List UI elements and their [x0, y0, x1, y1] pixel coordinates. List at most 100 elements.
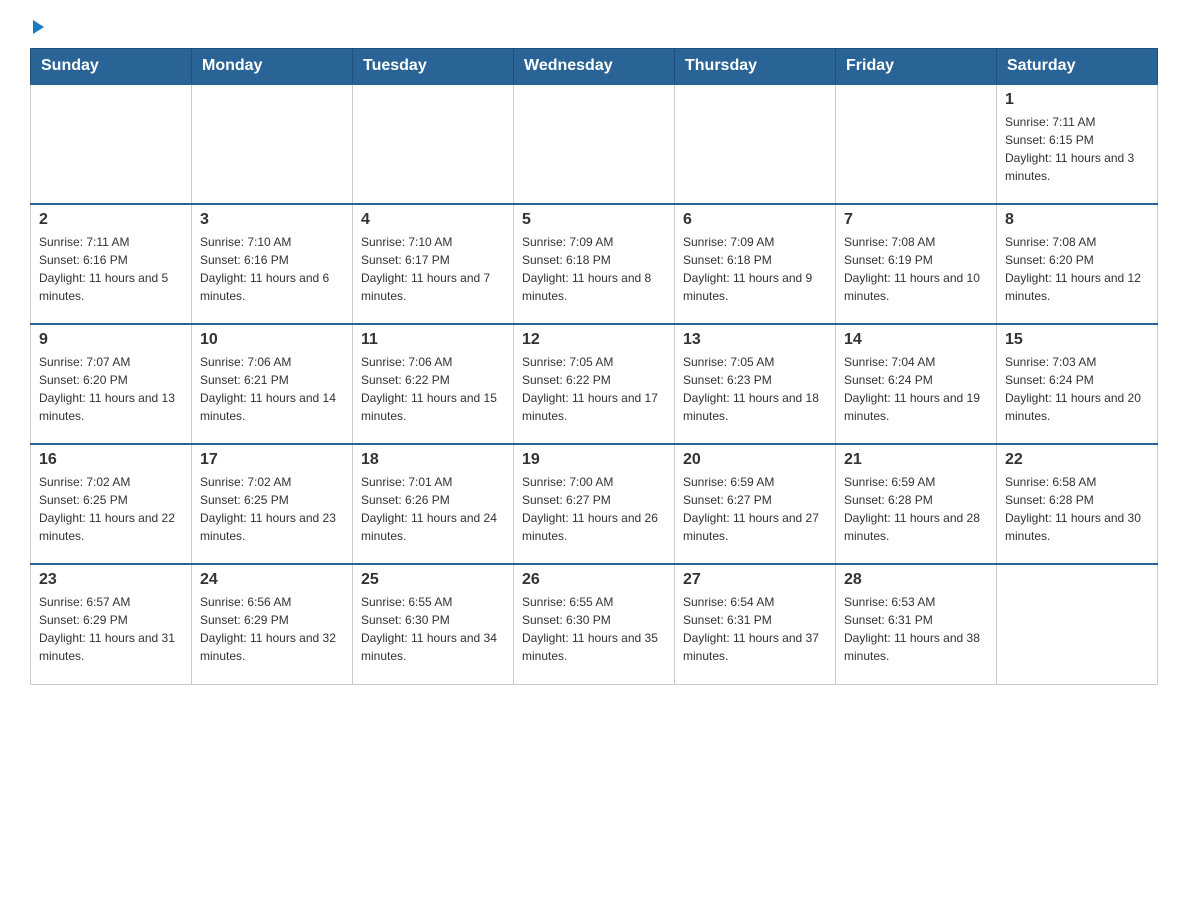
- calendar-cell: 23 Sunrise: 6:57 AMSunset: 6:29 PMDayligh…: [31, 564, 192, 684]
- calendar-cell: 1 Sunrise: 7:11 AMSunset: 6:15 PMDaylight…: [997, 84, 1158, 204]
- day-info: Sunrise: 6:53 AMSunset: 6:31 PMDaylight:…: [844, 593, 988, 665]
- day-number: 19: [522, 451, 666, 469]
- day-info: Sunrise: 7:06 AMSunset: 6:21 PMDaylight:…: [200, 353, 344, 425]
- day-number: 12: [522, 331, 666, 349]
- day-info: Sunrise: 7:09 AMSunset: 6:18 PMDaylight:…: [683, 233, 827, 305]
- day-number: 10: [200, 331, 344, 349]
- calendar-cell: 26 Sunrise: 6:55 AMSunset: 6:30 PMDayligh…: [514, 564, 675, 684]
- day-info: Sunrise: 7:04 AMSunset: 6:24 PMDaylight:…: [844, 353, 988, 425]
- day-number: 22: [1005, 451, 1149, 469]
- calendar-cell: 3 Sunrise: 7:10 AMSunset: 6:16 PMDaylight…: [192, 204, 353, 324]
- day-info: Sunrise: 6:56 AMSunset: 6:29 PMDaylight:…: [200, 593, 344, 665]
- day-info: Sunrise: 7:07 AMSunset: 6:20 PMDaylight:…: [39, 353, 183, 425]
- day-number: 4: [361, 211, 505, 229]
- weekday-header-friday: Friday: [836, 49, 997, 85]
- calendar-cell: [192, 84, 353, 204]
- day-number: 25: [361, 571, 505, 589]
- day-info: Sunrise: 7:06 AMSunset: 6:22 PMDaylight:…: [361, 353, 505, 425]
- day-number: 16: [39, 451, 183, 469]
- day-number: 15: [1005, 331, 1149, 349]
- day-number: 28: [844, 571, 988, 589]
- calendar-cell: 4 Sunrise: 7:10 AMSunset: 6:17 PMDaylight…: [353, 204, 514, 324]
- day-number: 18: [361, 451, 505, 469]
- day-info: Sunrise: 7:10 AMSunset: 6:17 PMDaylight:…: [361, 233, 505, 305]
- day-number: 7: [844, 211, 988, 229]
- calendar-cell: 14 Sunrise: 7:04 AMSunset: 6:24 PMDayligh…: [836, 324, 997, 444]
- day-info: Sunrise: 7:11 AMSunset: 6:16 PMDaylight:…: [39, 233, 183, 305]
- day-info: Sunrise: 7:02 AMSunset: 6:25 PMDaylight:…: [200, 473, 344, 545]
- day-info: Sunrise: 7:09 AMSunset: 6:18 PMDaylight:…: [522, 233, 666, 305]
- calendar-cell: 13Sunrise: 7:05 AMSunset: 6:23 PMDayligh…: [675, 324, 836, 444]
- day-number: 6: [683, 211, 827, 229]
- calendar-cell: 2 Sunrise: 7:11 AMSunset: 6:16 PMDaylight…: [31, 204, 192, 324]
- calendar-cell: [997, 564, 1158, 684]
- calendar-cell: [514, 84, 675, 204]
- day-info: Sunrise: 7:05 AMSunset: 6:22 PMDaylight:…: [522, 353, 666, 425]
- calendar-cell: [31, 84, 192, 204]
- calendar-cell: [675, 84, 836, 204]
- calendar-cell: 5Sunrise: 7:09 AMSunset: 6:18 PMDaylight…: [514, 204, 675, 324]
- day-info: Sunrise: 7:08 AMSunset: 6:20 PMDaylight:…: [1005, 233, 1149, 305]
- week-row-3: 9Sunrise: 7:07 AMSunset: 6:20 PMDaylight…: [31, 324, 1158, 444]
- weekday-header-saturday: Saturday: [997, 49, 1158, 85]
- calendar-cell: 20 Sunrise: 6:59 AMSunset: 6:27 PMDayligh…: [675, 444, 836, 564]
- calendar-cell: 12 Sunrise: 7:05 AMSunset: 6:22 PMDayligh…: [514, 324, 675, 444]
- day-info: Sunrise: 7:08 AMSunset: 6:19 PMDaylight:…: [844, 233, 988, 305]
- calendar-cell: 6 Sunrise: 7:09 AMSunset: 6:18 PMDaylight…: [675, 204, 836, 324]
- day-info: Sunrise: 6:55 AMSunset: 6:30 PMDaylight:…: [522, 593, 666, 665]
- calendar-cell: 25 Sunrise: 6:55 AMSunset: 6:30 PMDayligh…: [353, 564, 514, 684]
- day-number: 8: [1005, 211, 1149, 229]
- page-header: [30, 20, 1158, 32]
- day-number: 11: [361, 331, 505, 349]
- logo-arrow-icon: [33, 20, 44, 34]
- day-info: Sunrise: 7:01 AMSunset: 6:26 PMDaylight:…: [361, 473, 505, 545]
- day-info: Sunrise: 6:57 AMSunset: 6:29 PMDaylight:…: [39, 593, 183, 665]
- day-info: Sunrise: 7:10 AMSunset: 6:16 PMDaylight:…: [200, 233, 344, 305]
- day-number: 21: [844, 451, 988, 469]
- day-number: 1: [1005, 91, 1149, 109]
- calendar-cell: 8 Sunrise: 7:08 AMSunset: 6:20 PMDaylight…: [997, 204, 1158, 324]
- day-info: Sunrise: 7:02 AMSunset: 6:25 PMDaylight:…: [39, 473, 183, 545]
- calendar-cell: 22Sunrise: 6:58 AMSunset: 6:28 PMDayligh…: [997, 444, 1158, 564]
- day-info: Sunrise: 6:54 AMSunset: 6:31 PMDaylight:…: [683, 593, 827, 665]
- week-row-5: 23 Sunrise: 6:57 AMSunset: 6:29 PMDayligh…: [31, 564, 1158, 684]
- day-number: 24: [200, 571, 344, 589]
- day-info: Sunrise: 7:03 AMSunset: 6:24 PMDaylight:…: [1005, 353, 1149, 425]
- logo: [30, 20, 44, 32]
- calendar-cell: 11 Sunrise: 7:06 AMSunset: 6:22 PMDayligh…: [353, 324, 514, 444]
- day-info: Sunrise: 6:59 AMSunset: 6:27 PMDaylight:…: [683, 473, 827, 545]
- calendar-cell: [836, 84, 997, 204]
- week-row-2: 2 Sunrise: 7:11 AMSunset: 6:16 PMDaylight…: [31, 204, 1158, 324]
- day-number: 20: [683, 451, 827, 469]
- calendar-cell: [353, 84, 514, 204]
- day-info: Sunrise: 6:55 AMSunset: 6:30 PMDaylight:…: [361, 593, 505, 665]
- calendar-cell: 27 Sunrise: 6:54 AMSunset: 6:31 PMDayligh…: [675, 564, 836, 684]
- calendar-cell: 10 Sunrise: 7:06 AMSunset: 6:21 PMDayligh…: [192, 324, 353, 444]
- day-info: Sunrise: 6:59 AMSunset: 6:28 PMDaylight:…: [844, 473, 988, 545]
- day-number: 13: [683, 331, 827, 349]
- calendar-cell: 24 Sunrise: 6:56 AMSunset: 6:29 PMDayligh…: [192, 564, 353, 684]
- calendar-cell: 21 Sunrise: 6:59 AMSunset: 6:28 PMDayligh…: [836, 444, 997, 564]
- week-row-1: 1 Sunrise: 7:11 AMSunset: 6:15 PMDaylight…: [31, 84, 1158, 204]
- weekday-header-tuesday: Tuesday: [353, 49, 514, 85]
- day-number: 27: [683, 571, 827, 589]
- day-number: 23: [39, 571, 183, 589]
- day-number: 14: [844, 331, 988, 349]
- calendar-table: SundayMondayTuesdayWednesdayThursdayFrid…: [30, 48, 1158, 685]
- weekday-header-sunday: Sunday: [31, 49, 192, 85]
- weekday-header-monday: Monday: [192, 49, 353, 85]
- weekday-header-thursday: Thursday: [675, 49, 836, 85]
- day-number: 3: [200, 211, 344, 229]
- calendar-cell: 9Sunrise: 7:07 AMSunset: 6:20 PMDaylight…: [31, 324, 192, 444]
- day-number: 2: [39, 211, 183, 229]
- day-number: 17: [200, 451, 344, 469]
- calendar-cell: 16 Sunrise: 7:02 AMSunset: 6:25 PMDayligh…: [31, 444, 192, 564]
- calendar-cell: 19Sunrise: 7:00 AMSunset: 6:27 PMDayligh…: [514, 444, 675, 564]
- calendar-cell: 17 Sunrise: 7:02 AMSunset: 6:25 PMDayligh…: [192, 444, 353, 564]
- day-number: 26: [522, 571, 666, 589]
- weekday-header-wednesday: Wednesday: [514, 49, 675, 85]
- calendar-cell: 7 Sunrise: 7:08 AMSunset: 6:19 PMDaylight…: [836, 204, 997, 324]
- calendar-cell: 15 Sunrise: 7:03 AMSunset: 6:24 PMDayligh…: [997, 324, 1158, 444]
- day-info: Sunrise: 7:11 AMSunset: 6:15 PMDaylight:…: [1005, 113, 1149, 185]
- calendar-cell: 18 Sunrise: 7:01 AMSunset: 6:26 PMDayligh…: [353, 444, 514, 564]
